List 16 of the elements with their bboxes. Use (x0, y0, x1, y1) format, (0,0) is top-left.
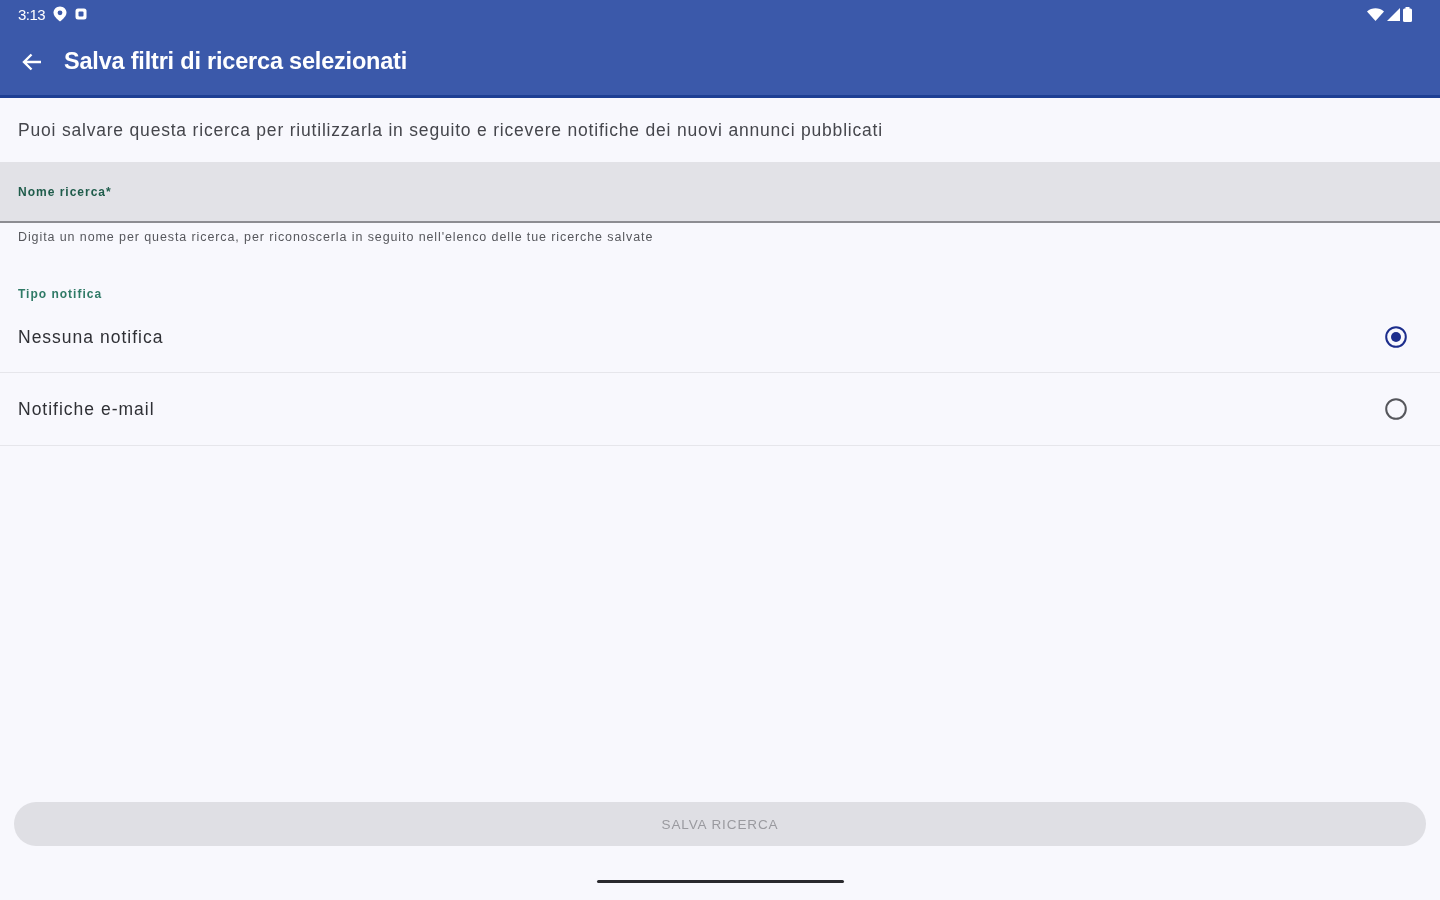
notification-type-label: Tipo notifica (17, 287, 104, 302)
signal-icon (1387, 7, 1400, 21)
field-helper-text: Digita un nome per questa ricerca, per riconoscerla in seguito nell'elenco delle tue ricerche salvate (17, 229, 655, 245)
page-title: Salva filtri di ricerca selezionati (64, 48, 408, 75)
status-time: 3:13 (18, 5, 46, 23)
radio-button-selected[interactable] (1385, 326, 1407, 348)
notification-square-icon (75, 8, 88, 20)
option-label: Notifiche e-mail (18, 398, 155, 420)
back-arrow-icon (22, 52, 42, 71)
intro-text: Puoi salvare questa ricerca per riutilizzarla in seguito e ricevere notifiche dei nuovi annunci pubblicati (17, 118, 884, 142)
battery-icon (1403, 6, 1412, 22)
option-label: Nessuna notifica (18, 326, 164, 348)
search-name-field[interactable]: Nome ricerca* (0, 162, 1440, 223)
radio-button-empty[interactable] (1385, 398, 1407, 420)
location-pin-icon (53, 6, 68, 22)
wifi-icon (1367, 7, 1384, 21)
